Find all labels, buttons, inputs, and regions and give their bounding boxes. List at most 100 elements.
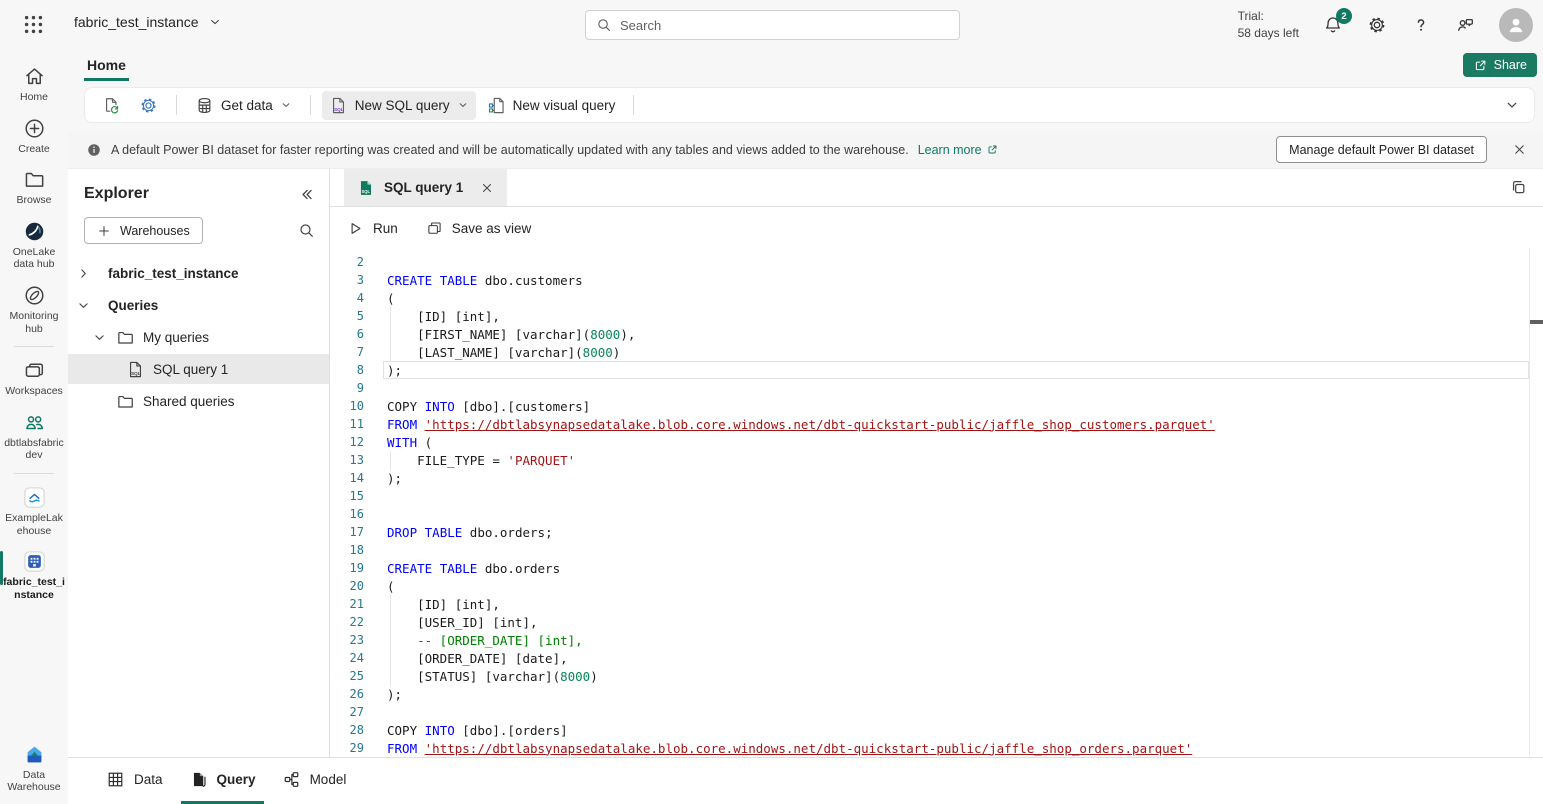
- bottom-tab-data[interactable]: Data: [98, 758, 171, 804]
- settings-button[interactable]: [1367, 15, 1387, 35]
- sql-file-green-icon: SQL: [357, 179, 375, 197]
- code-line-17[interactable]: 17DROP TABLE dbo.orders;: [330, 523, 1543, 541]
- save-as-view-button[interactable]: Save as view: [426, 220, 532, 237]
- new-report-button[interactable]: [95, 91, 128, 120]
- tree-item-label: SQL query 1: [153, 362, 228, 377]
- rail-item-create[interactable]: Create: [0, 110, 68, 162]
- code-line-7[interactable]: 7 [LAST_NAME] [varchar](8000): [330, 343, 1543, 361]
- tree-item-queries[interactable]: Queries: [68, 290, 329, 320]
- tab-home[interactable]: Home: [84, 57, 129, 81]
- global-search[interactable]: [585, 10, 960, 40]
- sql-editor[interactable]: 23CREATE TABLE dbo.customers4(5 [ID] [in…: [330, 249, 1543, 757]
- workspace-switcher[interactable]: fabric_test_instance: [74, 14, 222, 30]
- learn-more-label: Learn more: [918, 143, 982, 157]
- line-number: 27: [330, 705, 364, 719]
- account-avatar[interactable]: [1499, 8, 1533, 42]
- rail-item-onelake-data-hub[interactable]: OneLake data hub: [0, 213, 68, 277]
- code-line-18[interactable]: 18: [330, 541, 1543, 559]
- get-data-button[interactable]: Get data: [188, 91, 299, 120]
- notifications-button[interactable]: 2: [1323, 15, 1343, 35]
- add-warehouses-button[interactable]: Warehouses: [84, 217, 203, 244]
- waffle-menu-icon[interactable]: [22, 13, 45, 36]
- code-line-12[interactable]: 12WITH (: [330, 433, 1543, 451]
- rail-item-monitoring-hub[interactable]: Monitoring hub: [0, 277, 68, 341]
- new-visual-query-label: New visual query: [513, 98, 616, 113]
- code-line-27[interactable]: 27: [330, 703, 1543, 721]
- code-line-28[interactable]: 28COPY INTO [dbo].[orders]: [330, 721, 1543, 739]
- code-line-6[interactable]: 6 [FIRST_NAME] [varchar](8000),: [330, 325, 1543, 343]
- workspace-name: fabric_test_instance: [74, 14, 199, 30]
- banner-close-icon[interactable]: [1512, 142, 1527, 157]
- search-input[interactable]: [620, 18, 949, 33]
- editor-scrollbar-thumb[interactable]: [1530, 320, 1543, 324]
- code-line-10[interactable]: 10COPY INTO [dbo].[customers]: [330, 397, 1543, 415]
- rail-item-data-warehouse[interactable]: Data Warehouse: [0, 736, 68, 800]
- manage-dataset-button[interactable]: Manage default Power BI dataset: [1276, 136, 1487, 163]
- code-line-24[interactable]: 24 [ORDER_DATE] [date],: [330, 649, 1543, 667]
- code-line-19[interactable]: 19CREATE TABLE dbo.orders: [330, 559, 1543, 577]
- trial-label: Trial:: [1238, 8, 1299, 25]
- query-doc-icon: [189, 770, 208, 789]
- code-line-16[interactable]: 16: [330, 505, 1543, 523]
- chevron-down-icon[interactable]: [92, 330, 107, 345]
- rail-item-home[interactable]: Home: [0, 58, 68, 110]
- chevron-down-icon: [208, 15, 222, 29]
- ribbon-collapse-chevron-icon[interactable]: [1504, 97, 1520, 113]
- line-number: 8: [330, 363, 364, 377]
- new-sql-query-button[interactable]: SQL New SQL query: [322, 91, 476, 120]
- line-number: 18: [330, 543, 364, 557]
- warehouse-settings-button[interactable]: [132, 91, 165, 120]
- rail-item-fabric-test-instance[interactable]: fabric_test_instance: [0, 543, 68, 607]
- code-line-23[interactable]: 23 -- [ORDER_DATE] [int],: [330, 631, 1543, 649]
- new-visual-query-button[interactable]: New visual query: [480, 91, 623, 120]
- line-number: 20: [330, 579, 364, 593]
- rail-divider: [14, 346, 54, 347]
- nav-rail: Home CreateBrowseOneLake data hubMonitori…: [0, 50, 68, 804]
- code-line-14[interactable]: 14);: [330, 469, 1543, 487]
- rail-item-browse[interactable]: Browse: [0, 161, 68, 213]
- bottom-tab-model[interactable]: Model: [274, 758, 355, 804]
- code-line-5[interactable]: 5 [ID] [int],: [330, 307, 1543, 325]
- share-button[interactable]: Share: [1463, 53, 1537, 77]
- feedback-button[interactable]: [1455, 15, 1475, 35]
- help-button[interactable]: [1411, 15, 1431, 35]
- run-button[interactable]: Run: [347, 220, 398, 237]
- rail-item-examplelakehouse[interactable]: ExampleLakehouse: [0, 479, 68, 543]
- rail-item-dbtlabsfabricdev[interactable]: dbtlabsfabricdev: [0, 404, 68, 468]
- bottom-tab-query[interactable]: Query: [181, 758, 264, 804]
- code-line-26[interactable]: 26);: [330, 685, 1543, 703]
- code-line-20[interactable]: 20(: [330, 577, 1543, 595]
- copy-icon[interactable]: [1509, 178, 1528, 197]
- search-icon: [596, 17, 612, 33]
- tab-title: SQL query 1: [384, 180, 463, 195]
- code-line-4[interactable]: 4(: [330, 289, 1543, 307]
- code-text: -- [ORDER_DATE] [int],: [387, 633, 583, 648]
- svg-text:SQL: SQL: [131, 371, 141, 376]
- code-line-2[interactable]: 2: [330, 253, 1543, 271]
- code-line-15[interactable]: 15: [330, 487, 1543, 505]
- code-line-11[interactable]: 11FROM 'https://dbtlabsynapsedatalake.bl…: [330, 415, 1543, 433]
- code-line-25[interactable]: 25 [STATUS] [varchar](8000): [330, 667, 1543, 685]
- rail-item-workspaces[interactable]: Workspaces: [0, 352, 68, 404]
- tab-close-icon[interactable]: [480, 181, 494, 195]
- external-link-icon: [986, 143, 999, 156]
- tree-item-sql-query-1[interactable]: SQL SQL query 1: [68, 354, 329, 384]
- tree-item-shared-queries[interactable]: Shared queries: [68, 386, 329, 416]
- chevron-right-icon[interactable]: [76, 266, 91, 281]
- code-line-9[interactable]: 9: [330, 379, 1543, 397]
- rail-item-label: Home: [20, 91, 48, 104]
- code-line-29[interactable]: 29FROM 'https://dbtlabsynapsedatalake.bl…: [330, 739, 1543, 757]
- tree-item-fabric-test-instance[interactable]: fabric_test_instance: [68, 258, 329, 288]
- collapse-panel-icon[interactable]: [298, 186, 315, 203]
- code-line-3[interactable]: 3CREATE TABLE dbo.customers: [330, 271, 1543, 289]
- learn-more-link[interactable]: Learn more: [918, 143, 999, 157]
- explorer-search-icon[interactable]: [298, 222, 315, 239]
- code-line-13[interactable]: 13 FILE_TYPE = 'PARQUET': [330, 451, 1543, 469]
- code-line-8[interactable]: 8);: [330, 361, 1543, 379]
- chevron-down-icon[interactable]: [76, 298, 91, 313]
- tree-item-my-queries[interactable]: My queries: [68, 322, 329, 352]
- tab-sql-query-1[interactable]: SQL SQL query 1: [344, 169, 507, 206]
- code-text: [ORDER_DATE] [date],: [387, 651, 568, 666]
- code-line-22[interactable]: 22 [USER_ID] [int],: [330, 613, 1543, 631]
- code-line-21[interactable]: 21 [ID] [int],: [330, 595, 1543, 613]
